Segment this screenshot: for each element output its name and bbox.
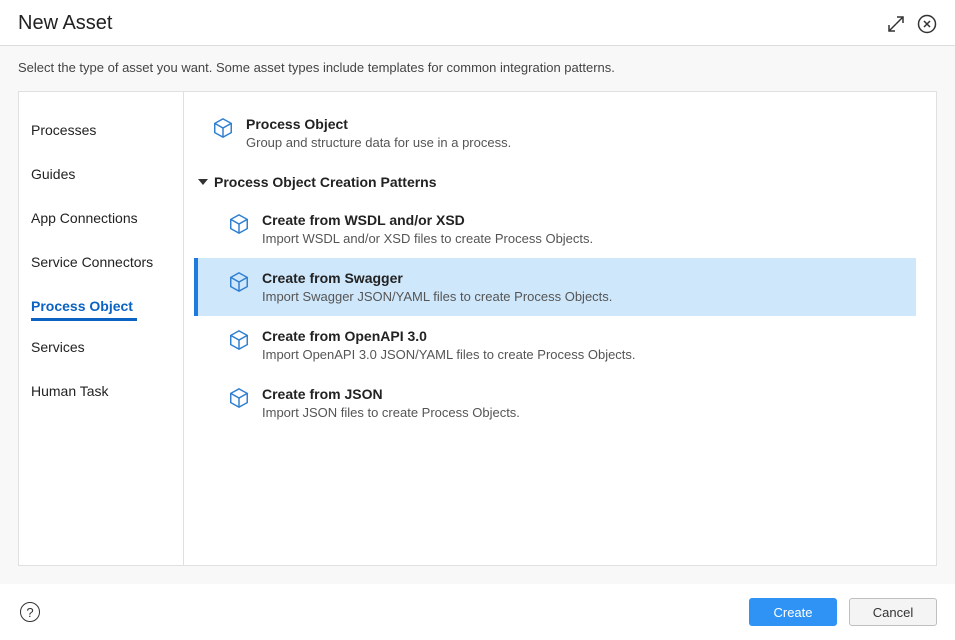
expand-icon[interactable] <box>887 15 905 33</box>
pattern-title: Create from WSDL and/or XSD <box>262 212 593 228</box>
help-icon[interactable]: ? <box>20 602 40 622</box>
pattern-desc: Import WSDL and/or XSD files to create P… <box>262 231 593 246</box>
close-icon[interactable] <box>917 14 937 34</box>
sidebar-item-app-connections[interactable]: App Connections <box>31 200 142 236</box>
caret-down-icon <box>198 179 208 185</box>
pattern-title: Create from JSON <box>262 386 520 402</box>
pattern-title: Create from OpenAPI 3.0 <box>262 328 636 344</box>
pattern-row-wsdl-xsd[interactable]: Create from WSDL and/or XSD Import WSDL … <box>194 200 916 258</box>
pattern-row-json[interactable]: Create from JSON Import JSON files to cr… <box>194 374 916 432</box>
asset-type-title: Process Object <box>246 116 511 132</box>
content-wrap: Processes Guides App Connections Service… <box>0 91 955 584</box>
main-area: Process Object Group and structure data … <box>184 92 936 565</box>
sidebar-item-processes[interactable]: Processes <box>31 112 100 148</box>
sidebar-item-human-task[interactable]: Human Task <box>31 373 113 409</box>
cube-icon <box>228 387 252 414</box>
dialog-title: New Asset <box>18 12 112 35</box>
cube-icon <box>212 117 236 144</box>
pattern-row-swagger[interactable]: Create from Swagger Import Swagger JSON/… <box>194 258 916 316</box>
create-button[interactable]: Create <box>749 598 837 626</box>
patterns-list: Create from WSDL and/or XSD Import WSDL … <box>194 200 916 432</box>
pattern-row-openapi[interactable]: Create from OpenAPI 3.0 Import OpenAPI 3… <box>194 316 916 374</box>
cube-icon <box>228 329 252 356</box>
sidebar-item-services[interactable]: Services <box>31 329 89 365</box>
sidebar-item-guides[interactable]: Guides <box>31 156 79 192</box>
cube-icon <box>228 271 252 298</box>
main-panel: Processes Guides App Connections Service… <box>18 91 937 566</box>
pattern-desc: Import JSON files to create Process Obje… <box>262 405 520 420</box>
asset-type-row[interactable]: Process Object Group and structure data … <box>194 110 916 160</box>
sidebar-item-service-connectors[interactable]: Service Connectors <box>31 244 157 280</box>
pattern-desc: Import OpenAPI 3.0 JSON/YAML files to cr… <box>262 347 636 362</box>
sidebar-item-process-object[interactable]: Process Object <box>31 288 137 321</box>
sidebar: Processes Guides App Connections Service… <box>19 92 184 565</box>
asset-type-desc: Group and structure data for use in a pr… <box>246 135 511 150</box>
pattern-title: Create from Swagger <box>262 270 612 286</box>
patterns-section-title: Process Object Creation Patterns <box>214 174 437 190</box>
cube-icon <box>228 213 252 240</box>
dialog-titlebar: New Asset <box>0 0 955 46</box>
patterns-section-header[interactable]: Process Object Creation Patterns <box>198 174 916 190</box>
pattern-desc: Import Swagger JSON/YAML files to create… <box>262 289 612 304</box>
dialog-footer: ? Create Cancel <box>0 584 955 640</box>
dialog-subtitle: Select the type of asset you want. Some … <box>0 46 955 91</box>
cancel-button[interactable]: Cancel <box>849 598 937 626</box>
titlebar-actions <box>887 14 937 34</box>
